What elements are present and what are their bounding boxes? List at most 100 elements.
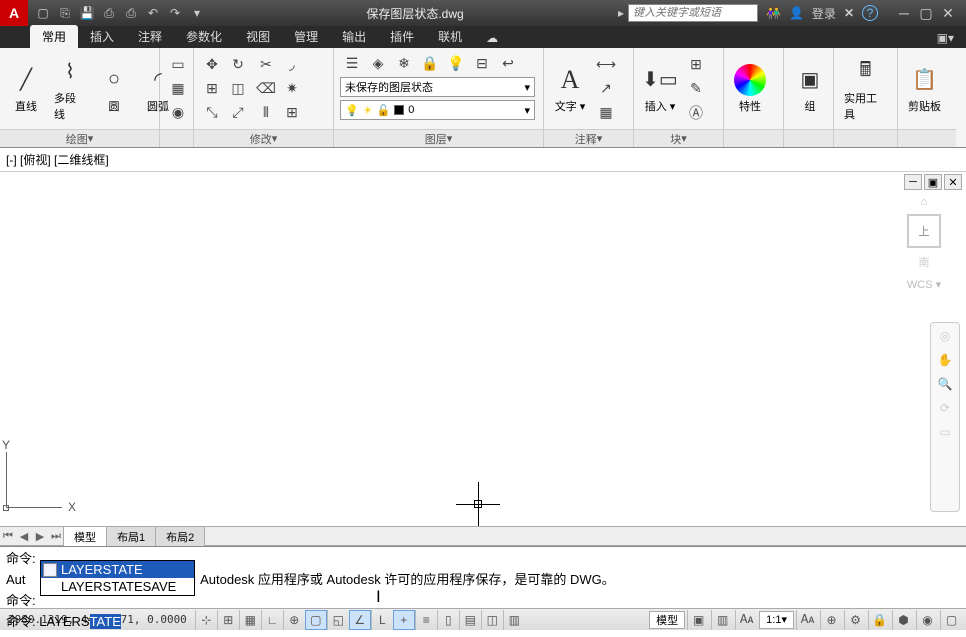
maximize-button[interactable]: ▢	[916, 5, 936, 21]
exchange-icon[interactable]: ✕	[844, 6, 854, 20]
layer-iso-icon[interactable]: ◈	[366, 52, 390, 74]
tab-scroll-next-icon[interactable]: ▶	[32, 527, 48, 545]
ellipse-icon[interactable]: ◉	[166, 102, 190, 124]
leader-icon[interactable]: ↗	[594, 78, 618, 100]
layer-state-dropdown[interactable]: 未保存的图层状态▾	[340, 77, 535, 97]
doc-close-button[interactable]: ✕	[944, 174, 962, 190]
layer-freeze-icon[interactable]: ❄	[392, 52, 416, 74]
layer-lock-icon[interactable]: 🔒	[418, 52, 442, 74]
viewcube[interactable]: 上	[907, 214, 941, 248]
qat-open-icon[interactable]: ⎘	[56, 4, 74, 22]
doc-restore-button[interactable]: ▣	[924, 174, 942, 190]
login-link[interactable]: 登录	[812, 5, 836, 22]
offset-icon[interactable]: ⫴	[254, 102, 278, 124]
table-icon[interactable]: ▦	[594, 102, 618, 124]
qat-new-icon[interactable]: ▢	[34, 4, 52, 22]
user-icon[interactable]: 👤	[789, 6, 804, 20]
command-window[interactable]: 命令: AutLAYERSTATESAVE 件上次由 Autodesk 应用程序…	[0, 546, 966, 608]
explode-icon[interactable]: ✷	[280, 78, 304, 100]
rectangle-icon[interactable]: ▭	[166, 54, 190, 76]
qat-print-icon[interactable]: ⎙	[122, 4, 140, 22]
properties-button[interactable]: 特性	[730, 62, 770, 116]
text-button[interactable]: A文字 ▾	[550, 62, 590, 116]
layer-match-icon[interactable]: ⊟	[470, 52, 494, 74]
create-block-icon[interactable]: ⊞	[684, 54, 708, 76]
utility-button[interactable]: 🖩实用工具	[840, 54, 891, 124]
insert-block-button[interactable]: ⬇▭插入 ▾	[640, 62, 680, 116]
search-input[interactable]	[628, 4, 758, 22]
qat-save-icon[interactable]: 💾	[78, 4, 96, 22]
copy-icon[interactable]: ⊞	[200, 78, 224, 100]
pan-icon[interactable]: ✋	[938, 353, 953, 367]
qat-undo-icon[interactable]: ↶	[144, 4, 162, 22]
circle-button[interactable]: ○圆	[94, 62, 134, 116]
steering-wheel-icon[interactable]: ◎	[940, 329, 950, 343]
qat-dropdown-icon[interactable]: ▾	[188, 4, 206, 22]
tab-layout2[interactable]: 布局2	[155, 526, 205, 547]
tab-scroll-prev-icon[interactable]: ◀	[16, 527, 32, 545]
autocomplete-item-1[interactable]: LAYERSTATESAVE	[41, 578, 194, 595]
clipboard-button[interactable]: 📋剪贴板	[904, 62, 945, 116]
stretch-icon[interactable]: ⤡	[200, 102, 224, 124]
zoom-icon[interactable]: 🔍	[938, 377, 953, 391]
ribbon-minimize-icon[interactable]: ▣▾	[925, 28, 966, 48]
infocenter-icon[interactable]: 👫	[766, 6, 781, 20]
cmd-icon: ▤	[43, 563, 57, 577]
tab-scroll-last-icon[interactable]: ⏭	[48, 527, 64, 545]
panel-modify-label: 修改	[250, 131, 272, 147]
sun-icon: ☀	[363, 104, 373, 117]
erase-icon[interactable]: ⌫	[254, 78, 278, 100]
tab-parametric[interactable]: 参数化	[174, 25, 234, 48]
scale-icon[interactable]: ⤢	[226, 102, 250, 124]
tab-manage[interactable]: 管理	[282, 25, 330, 48]
tab-insert[interactable]: 插入	[78, 25, 126, 48]
help-icon[interactable]: ?	[862, 5, 878, 21]
viewcube-home-icon[interactable]: ⌂	[894, 196, 954, 208]
minimize-button[interactable]: ─	[894, 5, 914, 21]
search-arrow-icon: ▸	[618, 6, 624, 20]
viewport-label[interactable]: [-] [俯视] [二维线框]	[0, 148, 966, 171]
navigation-bar[interactable]: ◎ ✋ 🔍 ⟳ ▭	[930, 322, 960, 512]
polyline-button[interactable]: ⌇多段线	[50, 54, 90, 124]
showmotion-icon[interactable]: ▭	[939, 425, 950, 439]
fillet-icon[interactable]: ◞	[280, 54, 304, 76]
close-button[interactable]: ✕	[938, 5, 958, 21]
app-menu-icon[interactable]: A	[0, 0, 28, 26]
orbit-icon[interactable]: ⟳	[940, 401, 950, 415]
tab-output[interactable]: 输出	[330, 25, 378, 48]
attr-icon[interactable]: Ⓐ	[684, 102, 708, 124]
tab-scroll-first-icon[interactable]: ⏮	[0, 527, 16, 545]
move-icon[interactable]: ✥	[200, 54, 224, 76]
tab-layout1[interactable]: 布局1	[106, 526, 156, 547]
tab-model[interactable]: 模型	[63, 526, 107, 547]
layer-current-dropdown[interactable]: 💡 ☀ 🔓 0 ▾	[340, 100, 535, 120]
tab-plugins[interactable]: 插件	[378, 25, 426, 48]
layer-off-icon[interactable]: 💡	[444, 52, 468, 74]
doc-minimize-button[interactable]: ─	[904, 174, 922, 190]
trim-icon[interactable]: ✂	[254, 54, 278, 76]
hatch-icon[interactable]: ▦	[166, 78, 190, 100]
group-button[interactable]: ▣组	[790, 62, 830, 116]
layer-prop-icon[interactable]: ☰	[340, 52, 364, 74]
document-title: 保存图层状态.dwg	[212, 5, 618, 22]
tab-view[interactable]: 视图	[234, 25, 282, 48]
qat-redo-icon[interactable]: ↷	[166, 4, 184, 22]
tab-common[interactable]: 常用	[30, 25, 78, 48]
tab-annotate[interactable]: 注释	[126, 25, 174, 48]
rotate-icon[interactable]: ↻	[226, 54, 250, 76]
edit-block-icon[interactable]: ✎	[684, 78, 708, 100]
dimension-icon[interactable]: ⟷	[594, 54, 618, 76]
drawing-canvas[interactable]: ─ ▣ ✕ ⌂ 上 南 WCS ▾ ◎ ✋ 🔍 ⟳ ▭ Y X	[0, 171, 966, 526]
tab-online[interactable]: 联机	[426, 25, 474, 48]
mirror-icon[interactable]: ◫	[226, 78, 250, 100]
array-icon[interactable]: ⊞	[280, 102, 304, 124]
layer-prev-icon[interactable]: ↩	[496, 52, 520, 74]
viewcube-compass-icon[interactable]: 南	[894, 254, 954, 270]
command-input[interactable]: 命令: LAYERSTATE	[0, 610, 966, 631]
qat-saveas-icon[interactable]: ⎙	[100, 4, 118, 22]
colorwheel-icon	[734, 64, 766, 96]
wcs-label[interactable]: WCS ▾	[894, 278, 954, 291]
autocomplete-item-0[interactable]: ▤LAYERSTATE	[41, 561, 194, 578]
line-button[interactable]: ╱直线	[6, 62, 46, 116]
tab-cloud-icon[interactable]: ☁	[474, 28, 502, 48]
